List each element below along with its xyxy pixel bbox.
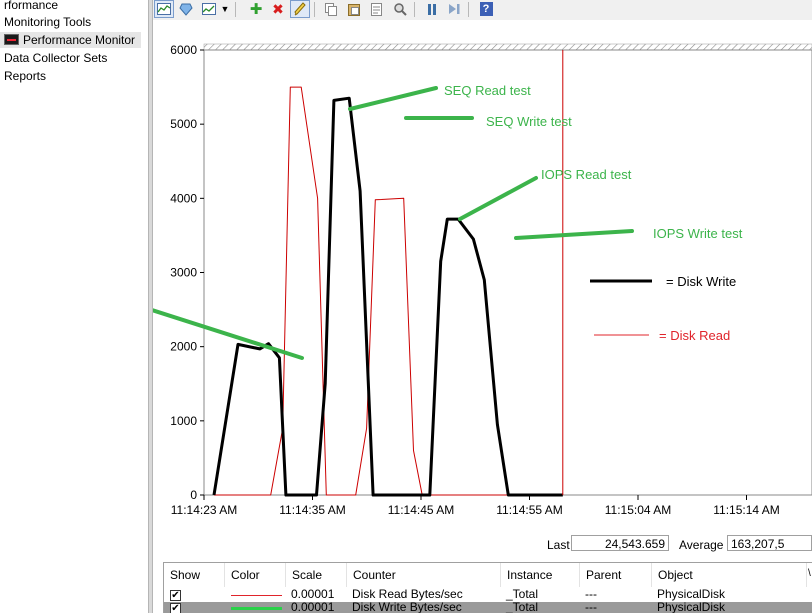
help-glyph: ? bbox=[479, 2, 493, 16]
graph-area: 6000 5000 4000 3000 2000 1000 0 11:14:23 AM 11:… bbox=[153, 20, 812, 555]
scale-cell: 0.00001 bbox=[291, 600, 335, 613]
performance-monitor-icon bbox=[4, 34, 19, 45]
y-tick-label: 6000 bbox=[170, 43, 197, 57]
copy-properties-icon[interactable] bbox=[321, 0, 341, 18]
freeze-icon[interactable] bbox=[176, 0, 196, 18]
show-checkbox[interactable]: ✔ bbox=[170, 590, 181, 601]
show-checkbox[interactable]: ✔ bbox=[170, 603, 181, 613]
highlight-icon[interactable] bbox=[290, 0, 310, 18]
toolbar-separator bbox=[314, 2, 315, 17]
counter-list: Show Color Scale Counter Instance Parent… bbox=[163, 562, 812, 613]
toolbar-separator bbox=[468, 2, 469, 17]
x-tick-label: 11:14:45 AM bbox=[388, 503, 455, 517]
column-header-parent[interactable]: Parent bbox=[580, 563, 652, 587]
color-swatch bbox=[231, 607, 282, 610]
y-tick-label: 1000 bbox=[170, 414, 197, 428]
column-header-show[interactable]: Show bbox=[164, 563, 225, 587]
view-graph-icon[interactable] bbox=[154, 0, 174, 18]
x-tick-label: 11:15:14 AM bbox=[713, 503, 780, 517]
average-label: Average bbox=[679, 538, 724, 552]
annotation-label: SEQ Read test bbox=[444, 83, 531, 98]
instance-cell: _Total bbox=[506, 600, 539, 613]
zoom-icon[interactable] bbox=[390, 0, 410, 18]
change-graph-type-icon[interactable] bbox=[199, 0, 219, 18]
pause-icon[interactable] bbox=[422, 0, 442, 18]
y-tick-label: 2000 bbox=[170, 340, 197, 354]
annotation-label: IOPS Read test bbox=[541, 167, 632, 182]
delete-counter-icon[interactable]: ✖ bbox=[268, 0, 288, 18]
overflow-marker: \ bbox=[808, 568, 811, 579]
legend-label: = Disk Read bbox=[659, 328, 730, 343]
tree-item-data-collector-sets[interactable]: Data Collector Sets bbox=[4, 50, 107, 66]
help-icon[interactable]: ? bbox=[476, 0, 496, 18]
last-value: 24,543.659 bbox=[571, 535, 669, 551]
object-cell: PhysicalDisk bbox=[657, 600, 726, 613]
toolbar: ▼ ✚ ✖ ? bbox=[153, 0, 812, 20]
y-tick-label: 3000 bbox=[170, 266, 197, 280]
properties-icon[interactable] bbox=[366, 0, 386, 18]
column-header-scale[interactable]: Scale bbox=[286, 563, 347, 587]
legend-label: = Disk Write bbox=[666, 274, 736, 289]
column-header-instance[interactable]: Instance bbox=[501, 563, 580, 587]
y-tick-label: 0 bbox=[190, 488, 197, 502]
tree-item-label: Performance Monitor bbox=[23, 33, 136, 47]
average-value: 163,207,5 bbox=[727, 535, 812, 551]
add-counter-icon[interactable]: ✚ bbox=[246, 0, 266, 18]
freeze-hatch-bar bbox=[203, 43, 812, 51]
parent-cell: --- bbox=[585, 600, 597, 613]
last-label: Last bbox=[547, 538, 570, 552]
annotation-label: IOPS Write test bbox=[653, 226, 743, 241]
table-row[interactable]: ✔ 0.00001 Disk Write Bytes/sec _Total --… bbox=[164, 600, 812, 613]
tree-item-performance-monitor[interactable]: Performance Monitor bbox=[0, 32, 141, 48]
dropdown-arrow-icon[interactable]: ▼ bbox=[219, 0, 231, 18]
column-header-object[interactable]: Object bbox=[652, 563, 807, 587]
navigation-tree: rformance Monitoring Tools Performance M… bbox=[0, 0, 148, 613]
stats-bar: Last 24,543.659 Average 163,207,5 bbox=[153, 532, 812, 558]
tree-item-reports[interactable]: Reports bbox=[4, 68, 46, 84]
y-tick-label: 5000 bbox=[170, 117, 197, 131]
tree-item-performance[interactable]: rformance bbox=[4, 0, 58, 13]
counter-cell: Disk Write Bytes/sec bbox=[352, 600, 462, 613]
performance-chart: 6000 5000 4000 3000 2000 1000 0 11:14:23 AM 11:… bbox=[153, 43, 812, 517]
toolbar-separator bbox=[414, 2, 415, 17]
toolbar-separator bbox=[235, 2, 236, 17]
next-icon[interactable] bbox=[444, 0, 464, 18]
paste-counter-icon[interactable] bbox=[344, 0, 364, 18]
column-header-color[interactable]: Color bbox=[225, 563, 286, 587]
x-tick-label: 11:15:04 AM bbox=[605, 503, 672, 517]
color-swatch bbox=[231, 595, 282, 596]
x-tick-label: 11:14:23 AM bbox=[171, 503, 238, 517]
x-tick-label: 11:14:55 AM bbox=[496, 503, 563, 517]
annotation-label: SEQ Write test bbox=[486, 114, 572, 129]
y-tick-label: 4000 bbox=[170, 191, 197, 205]
tree-item-monitoring-tools[interactable]: Monitoring Tools bbox=[4, 14, 91, 30]
x-tick-label: 11:14:35 AM bbox=[279, 503, 346, 517]
column-header-counter[interactable]: Counter bbox=[347, 563, 501, 587]
